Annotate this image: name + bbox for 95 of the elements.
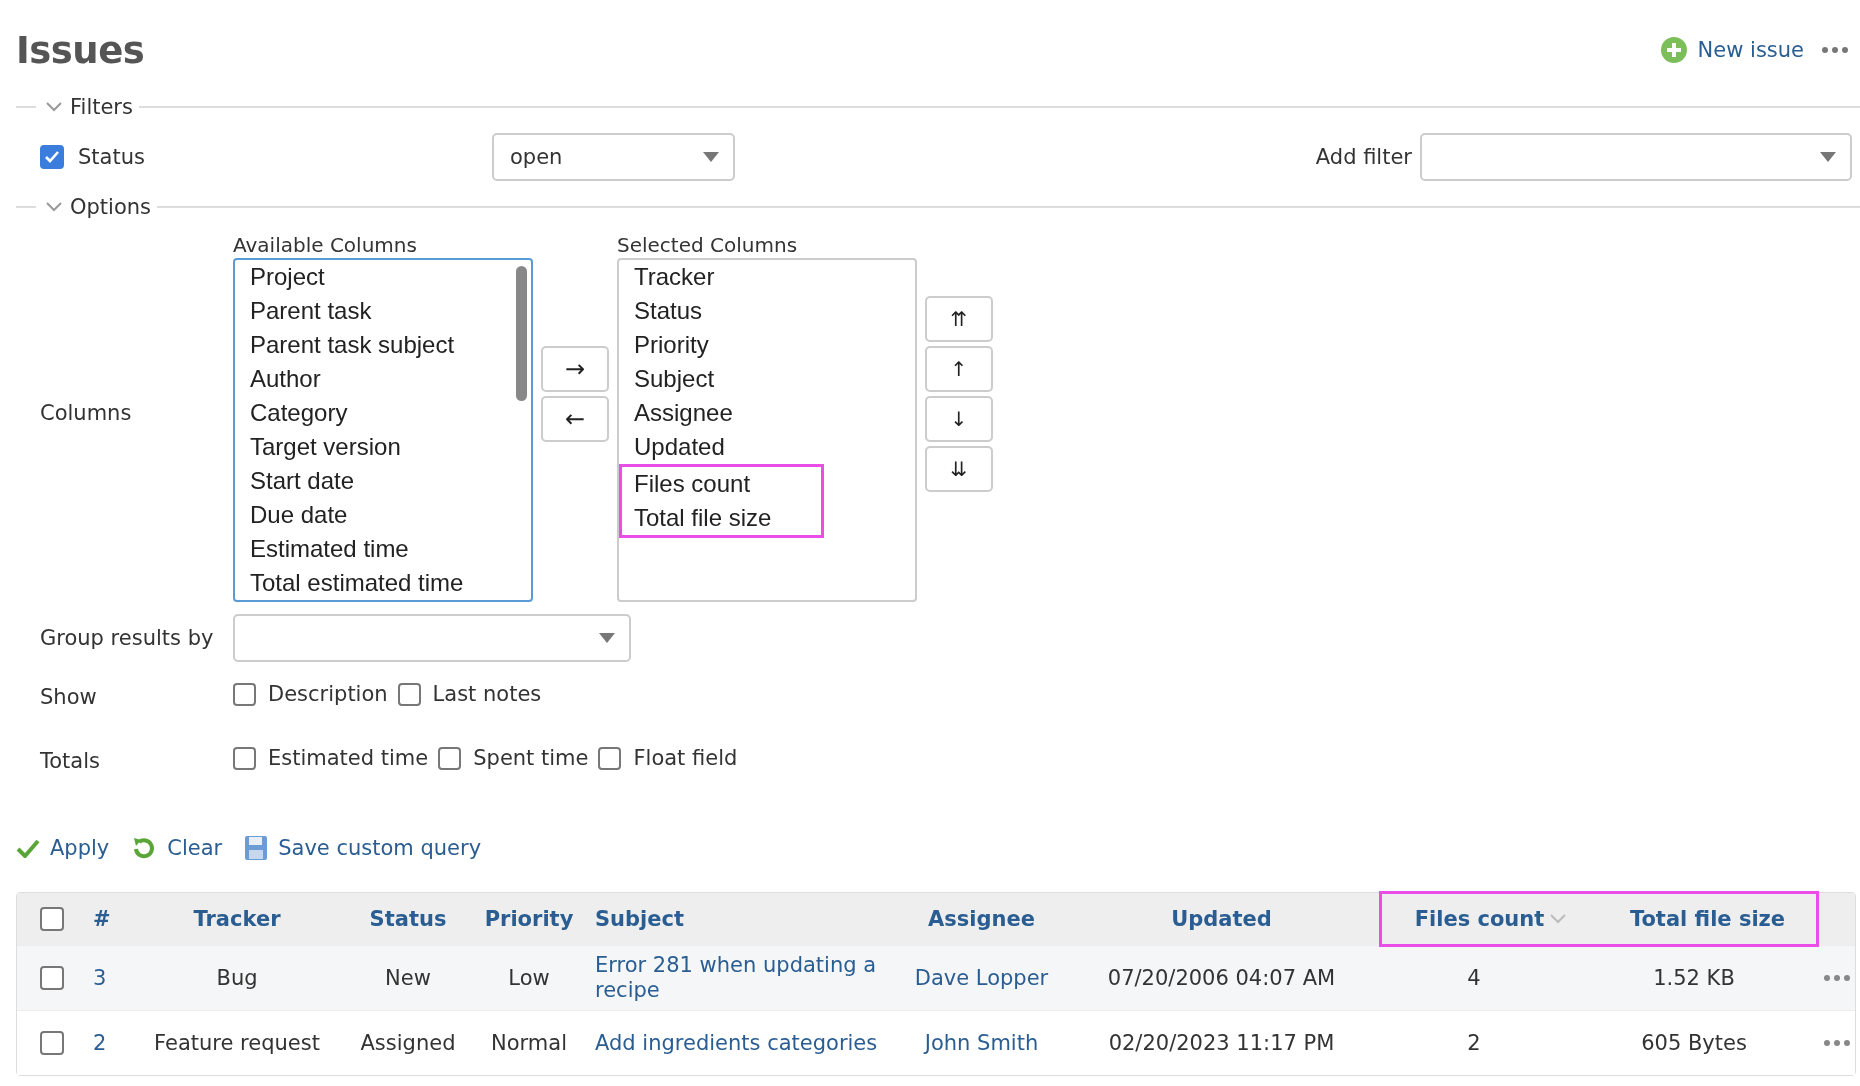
reorder-button[interactable]: ⇈ [925,296,993,342]
status-select[interactable]: open [492,133,735,181]
chevron-icon [46,202,62,212]
list-option[interactable]: Category [250,396,531,430]
list-option[interactable]: Total estimated time [250,566,531,600]
list-option[interactable]: Parent task [250,294,531,328]
table-link[interactable]: 2 [87,1030,127,1056]
table-cell-text: Bug [215,965,259,991]
table-cell-text: 02/20/2023 11:17 PM [1107,1030,1336,1056]
checkbox[interactable] [40,907,64,931]
list-option[interactable]: Estimated time [250,532,531,566]
option-label: Totals [40,748,101,773]
column-header[interactable]: Updated [1064,907,1379,931]
more-icon[interactable] [1824,1040,1850,1046]
scrollbar[interactable] [516,266,527,401]
list-option[interactable]: Files count [634,467,821,501]
available-columns-list[interactable]: Project Parent task Parent task subject Author Category Target version Start date Due date Estimated time Total estimated time [233,258,533,602]
checkbox[interactable] [233,682,256,706]
checkbox-label: Float field [633,746,738,770]
apply-link[interactable]: Apply [16,836,110,860]
column-header[interactable]: Status [347,907,469,931]
selected-columns-list[interactable]: Tracker Status Priority Subject Assignee Updated Files count Total file size [617,258,917,602]
checkmark-icon [44,150,60,164]
table-cell-text: 07/20/2006 04:07 AM [1106,965,1337,991]
clear-link[interactable]: Clear [131,835,223,861]
filters-toggle[interactable]: Filters [36,95,139,119]
add-filter-label: Add filter [1315,145,1412,169]
add-icon [1659,36,1688,64]
list-option[interactable]: Project [250,260,531,294]
checkbox[interactable] [40,145,64,169]
page-title: Issues [16,28,145,72]
checkmark-icon [16,838,40,858]
checkbox[interactable] [40,1031,64,1055]
table-cell-text: Normal [490,1030,568,1056]
table-cell-text: New [384,965,432,991]
more-icon[interactable] [1824,975,1850,981]
filter-label: Status [78,145,145,169]
list-option[interactable]: Target version [250,430,531,464]
checkbox[interactable] [397,682,421,706]
list-label: Selected Columns [617,232,799,258]
checkbox-label: Spent time [473,746,589,770]
dropdown-caret-icon [703,152,719,162]
columns-label: Columns [40,401,133,425]
options-toggle[interactable]: Options [36,195,158,219]
save-link[interactable]: Save custom query [244,835,482,861]
list-option[interactable]: Tracker [634,260,915,294]
table-cell-text: 2 [1466,1030,1482,1056]
chevron-icon [46,102,62,112]
move-column-button[interactable]: ← [541,396,609,442]
checkbox[interactable] [598,746,622,770]
table-cell-text: Feature request [153,1030,321,1056]
list-option[interactable]: Parent task subject [250,328,531,362]
table-cell-text: Assigned [359,1030,457,1056]
list-option[interactable]: Author [250,362,531,396]
table-link[interactable]: Error 281 when updating a recipe [589,953,899,1003]
column-header[interactable]: Priority [469,907,589,931]
checkbox[interactable] [438,746,462,770]
group-by-label: Group results by [40,626,215,650]
move-column-button[interactable]: → [541,346,609,392]
table-link[interactable]: John Smith [899,1030,1064,1056]
dropdown-caret-icon [599,633,615,643]
reorder-button[interactable]: ↓ [925,396,993,442]
list-option[interactable]: Total file size [634,501,821,535]
new-issue-link[interactable]: New issue [1659,36,1804,64]
option-label: Show [40,684,98,709]
checkbox-label: Last notes [432,682,542,706]
list-option[interactable]: Due date [250,498,531,532]
table-cell-text: 4 [1466,965,1482,991]
column-header[interactable]: Tracker [127,907,347,931]
list-option[interactable]: Status [634,294,915,328]
list-option[interactable]: Subject [634,362,915,396]
list-option[interactable]: Assignee [634,396,915,430]
table-link[interactable]: Add ingredients categories [589,1030,899,1056]
column-header[interactable]: Files count [1382,907,1599,931]
table-cell-text: 605 Bytes [1640,1030,1748,1056]
list-option[interactable]: Start date [250,464,531,498]
checkbox[interactable] [40,966,64,990]
column-header[interactable]: Subject [589,907,899,931]
column-header[interactable]: Assignee [899,907,1064,931]
list-option[interactable]: Priority [634,328,915,362]
table-cell-text: Low [507,965,551,991]
checkbox[interactable] [233,746,256,770]
reorder-button[interactable]: ↑ [925,346,993,392]
checkbox-label: Description [268,682,388,706]
checkbox-label: Estimated time [268,746,429,770]
table-link[interactable]: 3 [87,965,127,991]
more-icon[interactable] [1822,47,1848,53]
list-label: Available Columns [233,232,418,258]
dropdown-caret-icon [1820,152,1836,162]
table-link[interactable]: Dave Lopper [899,965,1064,991]
column-header[interactable]: Total file size [1599,907,1816,931]
list-option[interactable]: Updated [634,430,915,464]
table-cell-text: 1.52 KB [1652,965,1736,991]
reorder-button[interactable]: ⇊ [925,446,993,492]
column-header[interactable]: # [87,907,127,931]
